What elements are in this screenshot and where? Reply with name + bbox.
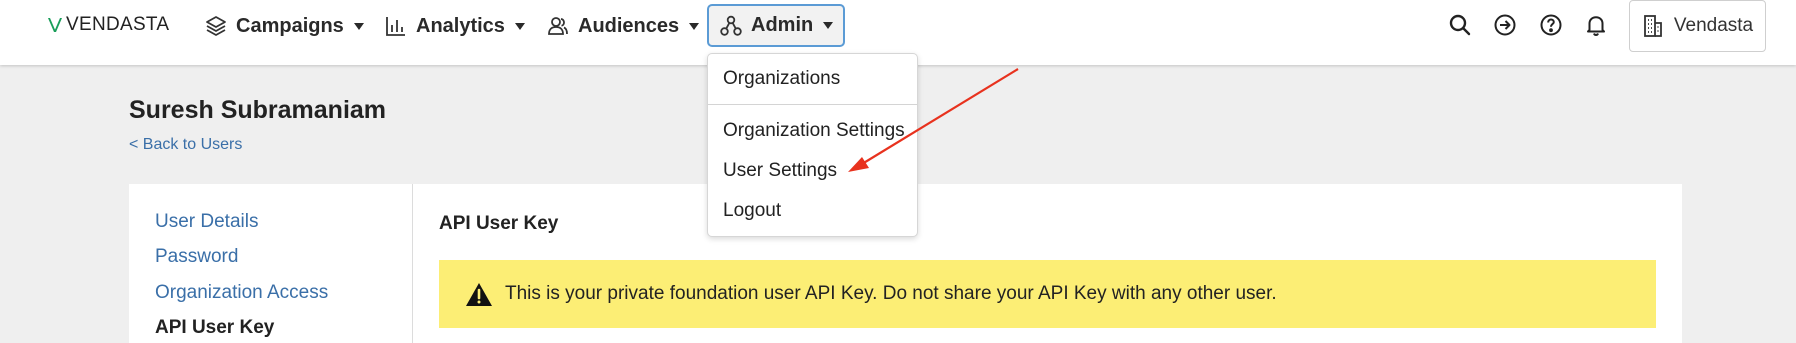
network-icon [720,15,742,36]
layers-icon [206,16,226,36]
sidebar-item-user-details[interactable]: User Details [155,211,258,233]
menu-divider [708,104,917,105]
account-label: Vendasta [1673,15,1754,36]
nav-analytics[interactable]: Analytics [376,8,533,44]
help-icon[interactable] [1538,12,1564,38]
page-title: Suresh Subramaniam [129,96,387,124]
warning-text: This is your private foundation user API… [505,283,1277,304]
bar-chart-icon [386,17,405,36]
chevron-down-icon [689,22,700,30]
people-icon [548,17,568,35]
sidebar-item-organization-access[interactable]: Organization Access [155,282,328,304]
nav-admin-label: Admin [751,14,814,36]
nav-admin[interactable]: Admin [707,4,846,47]
back-to-users-link[interactable]: < Back to Users [129,136,242,154]
bell-icon[interactable] [1583,12,1609,38]
sidebar-item-api-user-key[interactable]: API User Key [155,317,274,339]
search-icon[interactable] [1447,12,1473,38]
menu-item-organizations[interactable]: Organizations [723,68,840,90]
section-title: API User Key [439,213,559,234]
building-icon [1643,15,1662,37]
chevron-down-icon [514,22,525,30]
warning-icon [466,282,492,306]
sidebar-item-password[interactable]: Password [155,246,238,268]
nav-campaigns[interactable]: Campaigns [196,8,372,44]
vendasta-logo-mark-icon [48,18,62,32]
nav-audiences-label: Audiences [578,14,680,37]
nav-analytics-label: Analytics [416,14,505,37]
api-key-warning-banner: This is your private foundation user API… [439,260,1656,328]
admin-dropdown-menu: Organizations Organization Settings User… [707,53,918,237]
sidebar-divider [412,184,413,343]
menu-item-organization-settings[interactable]: Organization Settings [723,120,905,142]
chevron-down-icon [353,22,364,30]
account-switcher-button[interactable]: Vendasta [1629,0,1766,52]
vendasta-logo-text: VENDASTA [66,14,170,35]
vendasta-logo[interactable]: VENDASTA [47,14,169,36]
nav-campaigns-label: Campaigns [236,14,344,37]
nav-audiences[interactable]: Audiences [538,8,707,44]
menu-item-user-settings[interactable]: User Settings [723,160,837,182]
menu-item-logout[interactable]: Logout [723,200,781,222]
chevron-down-icon [823,22,834,29]
forward-icon[interactable] [1492,12,1518,38]
